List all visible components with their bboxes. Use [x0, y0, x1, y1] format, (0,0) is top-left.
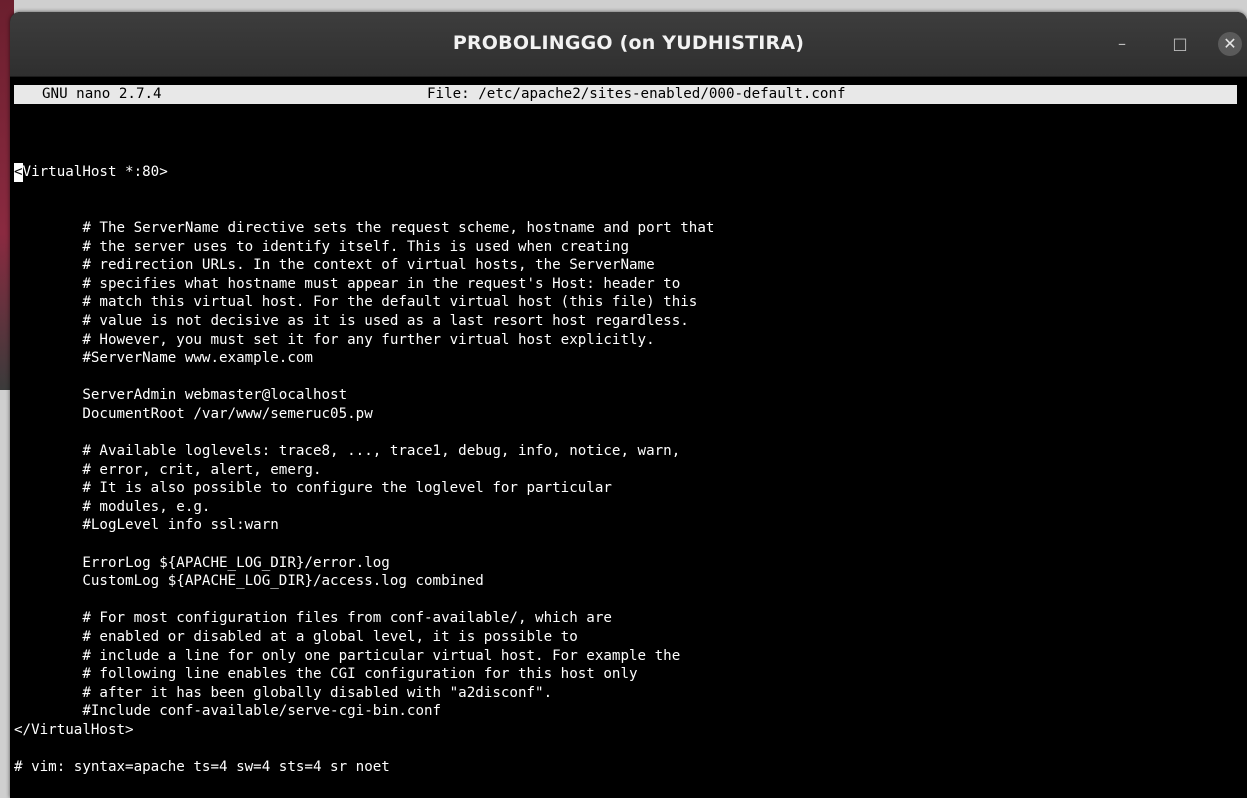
editor-buffer[interactable]: <VirtualHost *:80> # The ServerName dire… — [14, 126, 1247, 777]
buffer-line: <VirtualHost *:80> — [14, 163, 1247, 182]
buffer-line: # value is not decisive as it is used as… — [14, 312, 1247, 331]
buffer-line — [14, 740, 1247, 759]
buffer-line-text: #Include conf-available/serve-cgi-bin.co… — [14, 703, 442, 720]
buffer-line-text: # redirection URLs. In the context of vi… — [14, 257, 655, 274]
buffer-line-text: # after it has been globally disabled wi… — [14, 684, 553, 701]
buffer-line-text: # vim: syntax=apache ts=4 sw=4 sts=4 sr … — [14, 759, 390, 776]
buffer-line-text: #ServerName www.example.com — [14, 350, 313, 367]
buffer-line: </VirtualHost> — [14, 721, 1247, 740]
buffer-line: # It is also possible to configure the l… — [14, 479, 1247, 498]
buffer-line: # The ServerName directive sets the requ… — [14, 219, 1247, 238]
buffer-line — [14, 424, 1247, 443]
buffer-line — [14, 368, 1247, 387]
nano-header-bar: GNU nano 2.7.4 File: /etc/apache2/sites-… — [14, 85, 1237, 104]
buffer-line-text: # For most configuration files from conf… — [14, 610, 612, 627]
buffer-line-text: #LogLevel info ssl:warn — [14, 517, 279, 534]
maximize-button[interactable]: □ — [1168, 32, 1192, 56]
buffer-line-text: # value is not decisive as it is used as… — [14, 312, 689, 329]
buffer-line: DocumentRoot /var/www/semeruc05.pw — [14, 405, 1247, 424]
buffer-line-text: </VirtualHost> — [14, 722, 134, 738]
buffer-line: # vim: syntax=apache ts=4 sw=4 sts=4 sr … — [14, 758, 1247, 777]
buffer-line: # match this virtual host. For the defau… — [14, 293, 1247, 312]
buffer-line-text: # Available loglevels: trace8, ..., trac… — [14, 443, 681, 460]
close-button[interactable]: ✕ — [1218, 32, 1242, 56]
buffer-line: # enabled or disabled at a global level,… — [14, 628, 1247, 647]
buffer-line — [14, 535, 1247, 554]
buffer-line-text: # include a line for only one particular… — [14, 647, 681, 664]
buffer-line-text: # The ServerName directive sets the requ… — [14, 219, 715, 236]
buffer-line: #ServerName www.example.com — [14, 349, 1247, 368]
buffer-line-text: # error, crit, alert, emerg. — [14, 461, 322, 478]
buffer-line: # include a line for only one particular… — [14, 647, 1247, 666]
terminal-area[interactable]: GNU nano 2.7.4 File: /etc/apache2/sites-… — [10, 77, 1247, 798]
terminal-window: PROBOLINGGO (on YUDHISTIRA) – □ ✕ GNU na… — [10, 12, 1247, 798]
buffer-line: # However, you must set it for any furth… — [14, 331, 1247, 350]
buffer-line: #LogLevel info ssl:warn — [14, 516, 1247, 535]
buffer-line-text: # the server uses to identify itself. Th… — [14, 238, 629, 255]
buffer-line: CustomLog ${APACHE_LOG_DIR}/access.log c… — [14, 572, 1247, 591]
minimize-button[interactable]: – — [1110, 32, 1134, 56]
desktop: PROBOLINGGO (on YUDHISTIRA) – □ ✕ GNU na… — [0, 0, 1247, 798]
buffer-line: # modules, e.g. — [14, 498, 1247, 517]
buffer-line-text: # following line enables the CGI configu… — [14, 666, 638, 683]
buffer-line: # following line enables the CGI configu… — [14, 665, 1247, 684]
buffer-line — [14, 591, 1247, 610]
buffer-line-text: # specifies what hostname must appear in… — [14, 275, 681, 292]
buffer-line-text: # match this virtual host. For the defau… — [14, 294, 698, 311]
nano-file-path: File: /etc/apache2/sites-enabled/000-def… — [427, 86, 846, 102]
buffer-line: # error, crit, alert, emerg. — [14, 461, 1247, 480]
buffer-line: #Include conf-available/serve-cgi-bin.co… — [14, 702, 1247, 721]
buffer-line-text: VirtualHost *:80> — [22, 164, 168, 181]
title-bar[interactable]: PROBOLINGGO (on YUDHISTIRA) – □ ✕ — [10, 12, 1247, 77]
buffer-line-text: CustomLog ${APACHE_LOG_DIR}/access.log c… — [14, 573, 484, 590]
buffer-line: # Available loglevels: trace8, ..., trac… — [14, 442, 1247, 461]
buffer-line: # For most configuration files from conf… — [14, 609, 1247, 628]
text-cursor: < — [14, 163, 23, 182]
buffer-line: # redirection URLs. In the context of vi… — [14, 256, 1247, 275]
buffer-line-text: DocumentRoot /var/www/semeruc05.pw — [14, 405, 373, 422]
buffer-line-text: # However, you must set it for any furth… — [14, 331, 655, 348]
buffer-line-text: ErrorLog ${APACHE_LOG_DIR}/error.log — [14, 554, 390, 571]
buffer-line: # specifies what hostname must appear in… — [14, 275, 1247, 294]
buffer-line: # the server uses to identify itself. Th… — [14, 238, 1247, 257]
buffer-line-text: ServerAdmin webmaster@localhost — [14, 387, 348, 404]
buffer-line: ServerAdmin webmaster@localhost — [14, 386, 1247, 405]
buffer-line-text: # It is also possible to configure the l… — [14, 480, 612, 497]
buffer-line: # after it has been globally disabled wi… — [14, 684, 1247, 703]
buffer-line-text: # enabled or disabled at a global level,… — [14, 629, 578, 646]
nano-version: GNU nano 2.7.4 — [42, 86, 162, 102]
buffer-line-text: # modules, e.g. — [14, 498, 211, 515]
window-title: PROBOLINGGO (on YUDHISTIRA) — [452, 32, 805, 54]
buffer-line: ErrorLog ${APACHE_LOG_DIR}/error.log — [14, 554, 1247, 573]
